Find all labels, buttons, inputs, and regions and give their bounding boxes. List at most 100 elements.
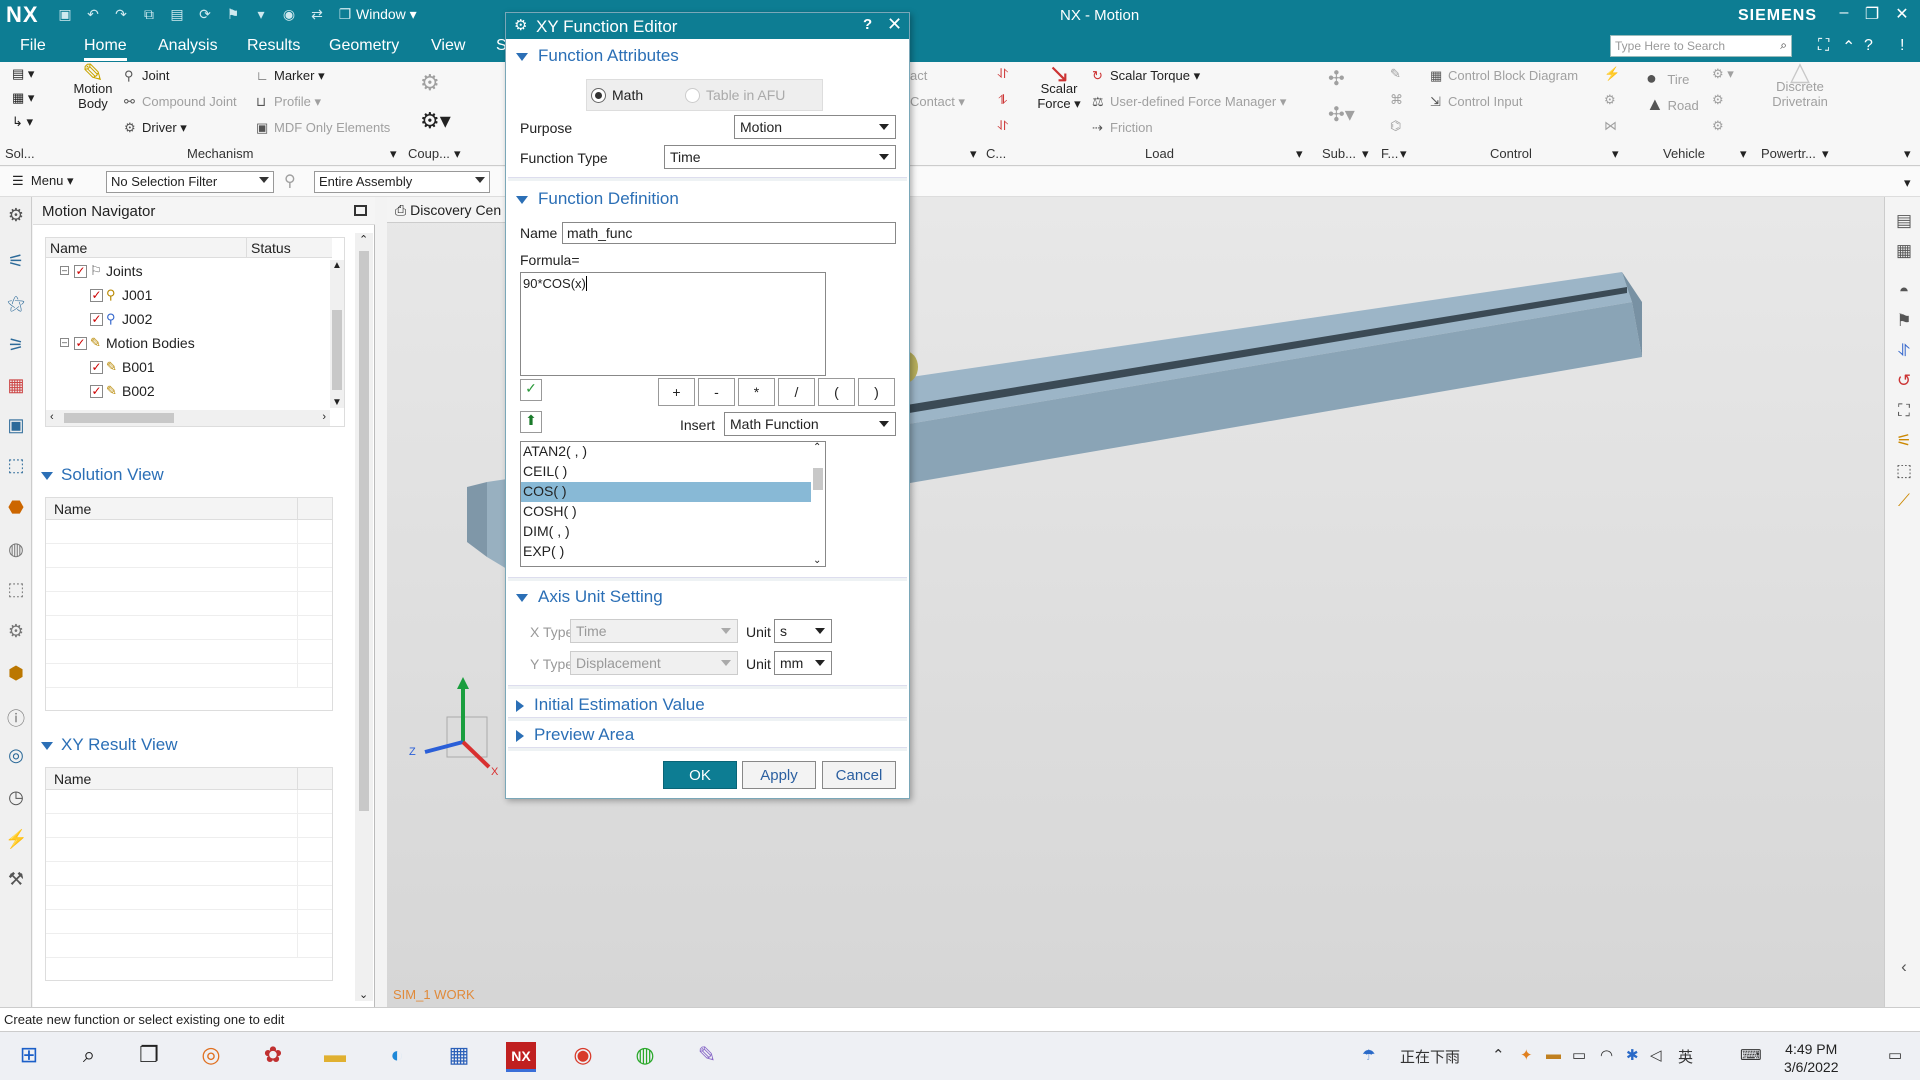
scroll-up-icon[interactable]: ⌃ bbox=[813, 442, 821, 453]
help-icon[interactable]: ? bbox=[1864, 37, 1873, 55]
control-side-3-icon[interactable]: ⋈ bbox=[1604, 118, 1617, 134]
notification-icon[interactable]: ▭ bbox=[1888, 1046, 1902, 1064]
scalar-torque-button[interactable]: ↻ Scalar Torque ▾ bbox=[1092, 68, 1200, 84]
wechat-icon[interactable]: ◍ bbox=[630, 1042, 660, 1072]
process-studio-icon[interactable]: ⬢ bbox=[5, 663, 27, 685]
battery-icon[interactable]: ▭ bbox=[1572, 1046, 1586, 1064]
tab-view[interactable]: View bbox=[431, 37, 465, 55]
contact-dropdown-icon[interactable]: ▾ bbox=[970, 146, 977, 162]
damper-icon[interactable]: ⥮ bbox=[998, 92, 1007, 108]
cube-icon[interactable]: ⬚ bbox=[5, 455, 27, 477]
scroll-thumb[interactable] bbox=[64, 413, 174, 423]
web-browser-icon[interactable]: ◍ bbox=[5, 539, 27, 561]
tab-discovery-center[interactable]: ⎙ Discovery Cen bbox=[387, 197, 511, 223]
vehicle-side-icon[interactable]: ⚙ ▾ bbox=[1712, 66, 1734, 82]
group-coup-label[interactable]: Coup... bbox=[408, 146, 450, 161]
radio-table-in-afu[interactable]: Table in AFU bbox=[685, 87, 785, 103]
system-materials-icon[interactable]: ⚙ bbox=[5, 621, 27, 643]
control-side-icon[interactable]: ⚡ bbox=[1604, 66, 1620, 82]
task-view-icon[interactable]: ❐ bbox=[134, 1042, 164, 1072]
reuse-library-icon[interactable]: ⬣ bbox=[5, 497, 27, 519]
flex-3-icon[interactable]: ⌬ bbox=[1390, 118, 1401, 134]
save-icon[interactable]: ▣ bbox=[56, 6, 74, 23]
profile-button[interactable]: ⊔ Profile ▾ bbox=[256, 94, 321, 110]
name-input[interactable]: math_func bbox=[562, 222, 896, 244]
checkbox-icon[interactable]: ✓ bbox=[90, 289, 103, 302]
ruler-icon[interactable]: ⟋ bbox=[1893, 491, 1915, 513]
scroll-up-icon[interactable]: ▲ bbox=[332, 260, 342, 271]
list-item[interactable]: ATAN2( , ) bbox=[521, 442, 825, 462]
road-button[interactable]: ▲ Road bbox=[1646, 94, 1699, 115]
environment-icon[interactable]: ↳ ▾ bbox=[12, 114, 33, 130]
sub-dropdown-icon[interactable]: ▾ bbox=[1362, 146, 1369, 162]
copy-icon[interactable]: ⧉ bbox=[140, 6, 158, 23]
cancel-button[interactable]: Cancel bbox=[822, 761, 896, 789]
column-name-header[interactable]: Name bbox=[46, 238, 246, 258]
motion-body-button[interactable]: ✎ Motion Body bbox=[70, 60, 116, 111]
clock[interactable]: 4:49 PM 3/6/2022 bbox=[1784, 1040, 1839, 1076]
assembly-navigator-icon[interactable]: ⚝ bbox=[5, 293, 27, 315]
list-item[interactable]: CEIL( ) bbox=[521, 462, 825, 482]
keyboard-icon[interactable]: ⌨ bbox=[1740, 1046, 1762, 1064]
weather-text[interactable]: 正在下雨 bbox=[1400, 1046, 1460, 1067]
verify-check-button[interactable]: ✓ bbox=[520, 379, 542, 401]
maximize-panel-icon[interactable] bbox=[354, 205, 367, 216]
tab-analysis[interactable]: Analysis bbox=[158, 37, 218, 55]
flex-2-icon[interactable]: ⌘ bbox=[1390, 92, 1403, 108]
chevron-up-icon[interactable]: ⌃ bbox=[1492, 1046, 1505, 1064]
tire-button[interactable]: ● Tire bbox=[1646, 68, 1689, 89]
motion-navigator-icon[interactable]: ⚟ bbox=[5, 251, 27, 273]
x-unit-select[interactable]: s bbox=[774, 619, 832, 643]
layout-icon[interactable]: ▣ bbox=[5, 415, 27, 437]
user-force-manager-button[interactable]: ⚖ User-defined Force Manager ▾ bbox=[1092, 94, 1286, 110]
operator-minus-button[interactable]: - bbox=[698, 378, 735, 406]
ime-indicator[interactable]: 英 bbox=[1678, 1046, 1693, 1067]
rotate-icon[interactable]: ↺ bbox=[1893, 371, 1915, 393]
clock-icon[interactable]: ◷ bbox=[5, 787, 27, 809]
collapse-ribbon-icon[interactable]: ⌃ bbox=[1842, 37, 1855, 57]
measure-icon[interactable]: ⚡ bbox=[5, 829, 27, 851]
group-c-label[interactable]: C... bbox=[986, 146, 1006, 161]
paint-icon[interactable]: ✎ bbox=[692, 1042, 722, 1072]
group-f-label[interactable]: F... bbox=[1381, 146, 1398, 161]
search-icon[interactable]: ⌕ bbox=[74, 1042, 104, 1072]
joint-button[interactable]: ⚲ Joint bbox=[124, 68, 169, 84]
vehicle-side-2-icon[interactable]: ⚙ bbox=[1712, 92, 1724, 108]
panel-collapse-icon[interactable]: ‹ bbox=[1893, 957, 1915, 979]
checkbox-icon[interactable]: ✓ bbox=[74, 265, 87, 278]
alert-icon[interactable]: ! bbox=[1900, 37, 1904, 55]
list-item-selected[interactable]: COS( ) bbox=[521, 482, 825, 502]
radio-math[interactable]: Math bbox=[591, 87, 643, 103]
globe-icon[interactable]: ◎ bbox=[5, 745, 27, 767]
contact-button[interactable]: Contact ▾ bbox=[910, 94, 965, 110]
tree-row-b001[interactable]: ✓ ✎ B001 bbox=[46, 356, 330, 380]
function-type-select[interactable]: Time bbox=[664, 145, 896, 169]
tree-row-motion-bodies[interactable]: – ✓ ✎ Motion Bodies bbox=[46, 332, 330, 356]
part-navigator-icon[interactable]: ⚞ bbox=[5, 335, 27, 357]
tab-geometry[interactable]: Geometry bbox=[329, 37, 399, 55]
checkbox-icon[interactable]: ✓ bbox=[74, 337, 87, 350]
flag-icon[interactable]: ⚑ bbox=[224, 6, 242, 23]
list-item[interactable]: EXP( ) bbox=[521, 542, 825, 562]
cube-view-icon[interactable]: ⬚ bbox=[1893, 461, 1915, 483]
app-icon[interactable]: ✿ bbox=[258, 1042, 288, 1072]
column-status-header[interactable]: Status bbox=[246, 238, 332, 258]
mdf-only-button[interactable]: ▣ MDF Only Elements bbox=[256, 120, 390, 136]
redo-icon[interactable]: ↷ bbox=[112, 6, 130, 23]
help-button[interactable]: ? bbox=[863, 16, 872, 33]
f-dropdown-icon[interactable]: ▾ bbox=[1400, 146, 1407, 162]
layout-grid-icon[interactable]: ▤ bbox=[1893, 211, 1915, 233]
group-powertrain-label[interactable]: Powertr... bbox=[1761, 146, 1816, 161]
insert-select[interactable]: Math Function bbox=[724, 412, 896, 436]
tools-icon[interactable]: ⚒ bbox=[5, 869, 27, 891]
coupler-icon[interactable]: ⚙▾ bbox=[420, 108, 451, 134]
mechanism-dropdown-icon[interactable]: ▾ bbox=[390, 146, 397, 162]
calculator-icon[interactable]: ▦ bbox=[1893, 241, 1915, 263]
restore-icon[interactable]: ❐ bbox=[1860, 4, 1884, 24]
nx-taskbar-icon[interactable]: NX bbox=[506, 1042, 536, 1072]
close-button[interactable]: ✕ bbox=[887, 14, 902, 35]
dialog-title-bar[interactable]: ⚙ XY Function Editor ? ✕ bbox=[506, 13, 909, 39]
powertrain-dropdown-icon[interactable]: ▾ bbox=[1822, 146, 1829, 162]
operator-divide-button[interactable]: / bbox=[778, 378, 815, 406]
selection-filter-select[interactable]: No Selection Filter bbox=[106, 171, 274, 193]
